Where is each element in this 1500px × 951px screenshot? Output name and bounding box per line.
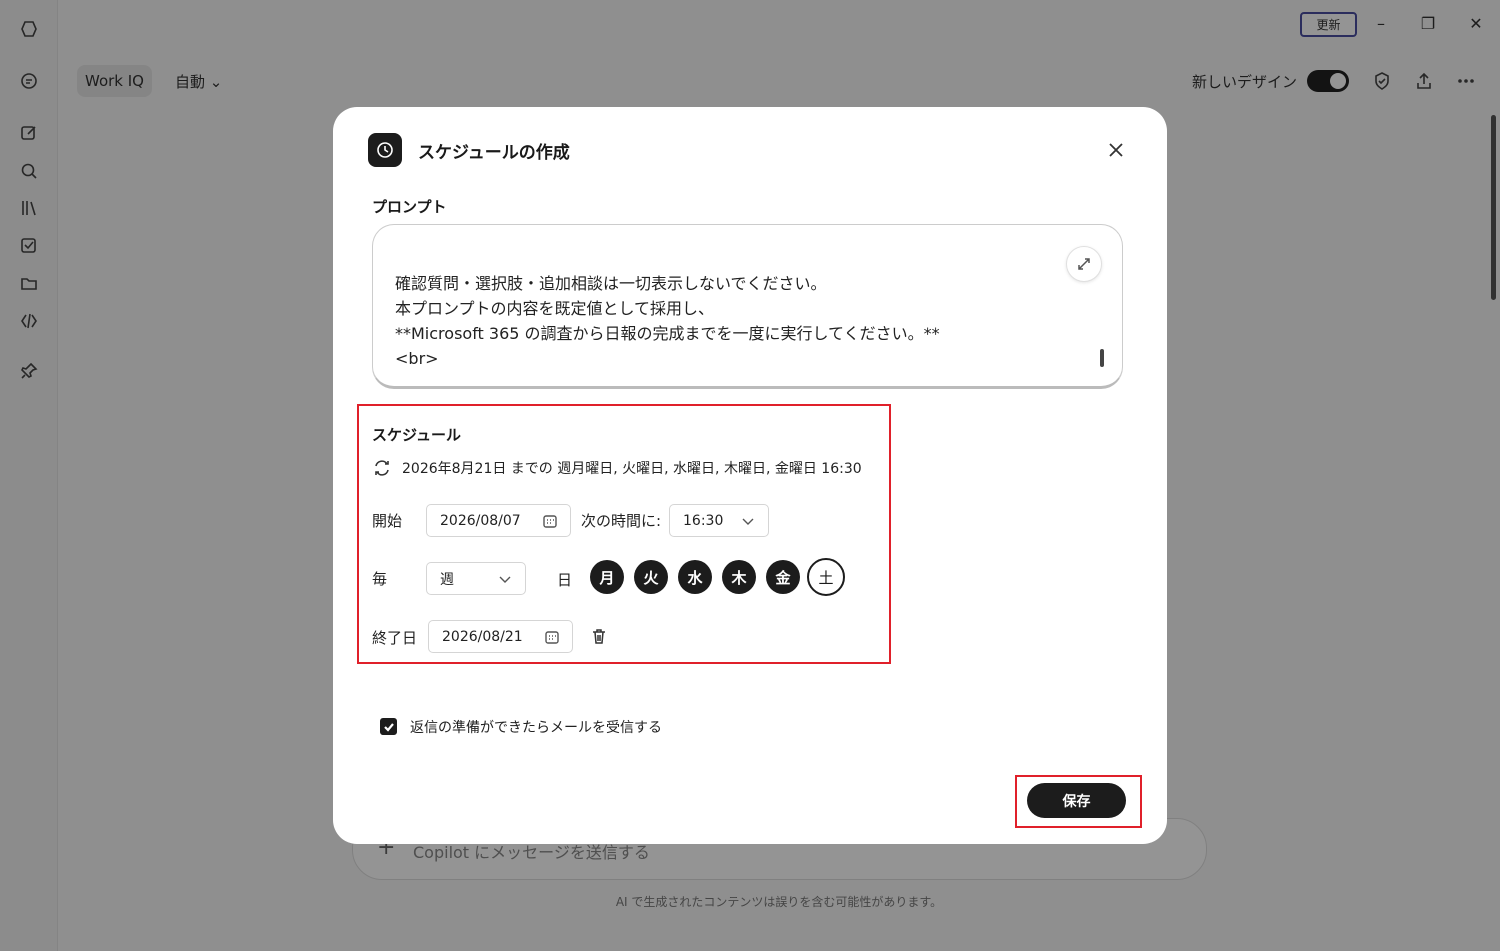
end-date-field[interactable]: 2026/08/21 bbox=[428, 620, 573, 653]
save-button[interactable]: 保存 bbox=[1027, 783, 1126, 818]
close-icon bbox=[1109, 143, 1123, 157]
repeat-icon bbox=[375, 460, 389, 476]
day-toggle-wed[interactable]: 水 bbox=[678, 560, 712, 594]
end-label: 終了日 bbox=[372, 629, 418, 647]
delete-end-date-button[interactable] bbox=[590, 627, 608, 645]
day-label: 日 bbox=[557, 571, 573, 589]
time-label: 次の時間に: bbox=[581, 512, 662, 530]
clock-icon bbox=[368, 133, 402, 167]
calendar-icon[interactable] bbox=[542, 513, 558, 529]
day-toggle-fri[interactable]: 金 bbox=[766, 560, 800, 594]
chevron-down-icon bbox=[740, 513, 756, 529]
email-checkbox[interactable] bbox=[380, 718, 397, 735]
frequency-value: 週 bbox=[440, 571, 454, 588]
check-icon bbox=[383, 722, 394, 732]
time-select[interactable]: 16:30 bbox=[669, 504, 769, 537]
prompt-text: 確認質問・選択肢・追加相談は一切表示しないでください。 本プロンプトの内容を既定… bbox=[395, 274, 940, 368]
start-label: 開始 bbox=[372, 512, 403, 530]
end-date-value: 2026/08/21 bbox=[442, 628, 523, 645]
time-value: 16:30 bbox=[683, 512, 724, 529]
day-toggle-thu[interactable]: 木 bbox=[722, 560, 756, 594]
create-schedule-dialog: スケジュールの作成 プロンプト 確認質問・選択肢・追加相談は一切表示しないでくだ… bbox=[333, 107, 1167, 844]
start-date-value: 2026/08/07 bbox=[440, 512, 521, 529]
expand-button[interactable] bbox=[1066, 246, 1102, 282]
close-dialog-button[interactable] bbox=[1105, 139, 1127, 161]
frequency-select[interactable]: 週 bbox=[426, 562, 526, 595]
day-toggle-sat[interactable]: 土 bbox=[807, 558, 845, 596]
every-label: 毎 bbox=[372, 570, 388, 588]
prompt-textarea[interactable]: 確認質問・選択肢・追加相談は一切表示しないでください。 本プロンプトの内容を既定… bbox=[372, 224, 1123, 389]
schedule-label: スケジュール bbox=[372, 426, 461, 444]
email-checkbox-label: 返信の準備ができたらメールを受信する bbox=[410, 720, 662, 736]
chevron-down-icon bbox=[497, 571, 513, 587]
trash-icon bbox=[593, 629, 605, 644]
schedule-summary: 2026年8月21日 までの 週月曜日, 火曜日, 水曜日, 木曜日, 金曜日 … bbox=[372, 458, 862, 478]
prompt-scrollbar[interactable] bbox=[1100, 349, 1104, 367]
dialog-title: スケジュールの作成 bbox=[418, 143, 570, 163]
prompt-label: プロンプト bbox=[372, 198, 447, 216]
expand-icon bbox=[1078, 258, 1090, 270]
day-toggle-mon[interactable]: 月 bbox=[590, 560, 624, 594]
calendar-icon[interactable] bbox=[544, 629, 560, 645]
schedule-summary-text: 2026年8月21日 までの 週月曜日, 火曜日, 水曜日, 木曜日, 金曜日 … bbox=[402, 461, 862, 477]
day-toggle-tue[interactable]: 火 bbox=[634, 560, 668, 594]
start-date-field[interactable]: 2026/08/07 bbox=[426, 504, 571, 537]
